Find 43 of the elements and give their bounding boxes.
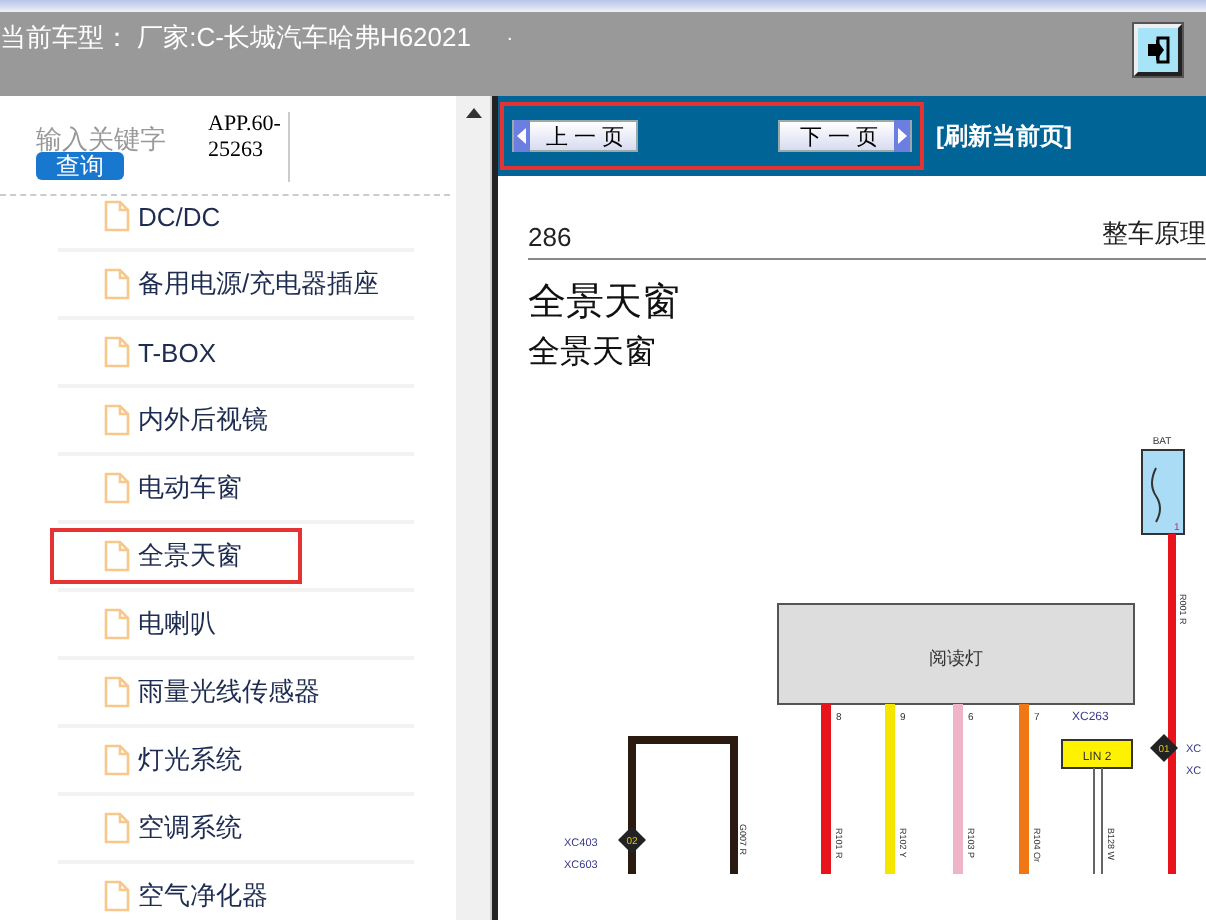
header-dot: . [506, 24, 513, 46]
sidebar-item[interactable]: T-BOX [50, 326, 277, 378]
fuse-drawing [1141, 449, 1185, 535]
document-icon [104, 812, 130, 844]
document-icon [104, 268, 130, 300]
query-button[interactable]: 查询 [36, 152, 124, 180]
sidebar-item[interactable]: 电动车窗 [50, 460, 302, 516]
sidebar-item[interactable]: 灯光系统 [50, 732, 302, 788]
sidebar-item[interactable]: 备用电源/充电器插座 [50, 256, 440, 312]
previous-page-button[interactable]: 上 一 页 [512, 120, 639, 152]
lin-box [1061, 739, 1133, 769]
sidebar-item[interactable]: 内外后视镜 [50, 392, 328, 448]
sidebar-item[interactable]: DC/DC [50, 196, 281, 242]
document-icon [104, 404, 130, 436]
sidebar-item[interactable]: 空调系统 [50, 800, 302, 856]
document-icon [104, 336, 130, 368]
section-title: 整车原理 [1102, 216, 1206, 252]
keyword-input[interactable]: 输入关键字 [36, 112, 208, 154]
refresh-link[interactable]: [刷新当前页] [936, 119, 1072, 153]
sidebar-item[interactable]: 电喇叭 [50, 596, 276, 652]
app-version-label: APP.60-25263 [208, 112, 290, 182]
document-icon [104, 744, 130, 776]
document-icon [104, 676, 130, 708]
document-icon [104, 472, 130, 504]
document-subtitle: 全景天窗 [528, 333, 658, 374]
sidebar-item[interactable]: 雨量光线传感器 [50, 664, 380, 720]
document-icon [104, 540, 130, 572]
sidebar-item[interactable]: 全景天窗 [50, 528, 302, 584]
lin-wire [1093, 767, 1103, 874]
document-icon [104, 608, 130, 640]
scrollbar[interactable] [456, 96, 490, 920]
vehicle-model-label: 当前车型： 厂家:C-长城汽车哈弗H62021 [0, 20, 471, 56]
next-page-button[interactable]: 下 一 页 [777, 120, 912, 152]
sidebar-item[interactable]: 空气净化器 [50, 868, 328, 920]
wire [628, 736, 738, 874]
document-icon [104, 880, 130, 912]
scroll-up-icon[interactable] [465, 108, 481, 118]
document-title: 全景天窗 [528, 280, 682, 328]
document-icon [104, 200, 130, 232]
page-number: 286 [528, 222, 572, 252]
module-label: 阅读灯 [929, 648, 983, 668]
exit-icon [1146, 36, 1170, 64]
exit-button[interactable] [1134, 24, 1182, 76]
